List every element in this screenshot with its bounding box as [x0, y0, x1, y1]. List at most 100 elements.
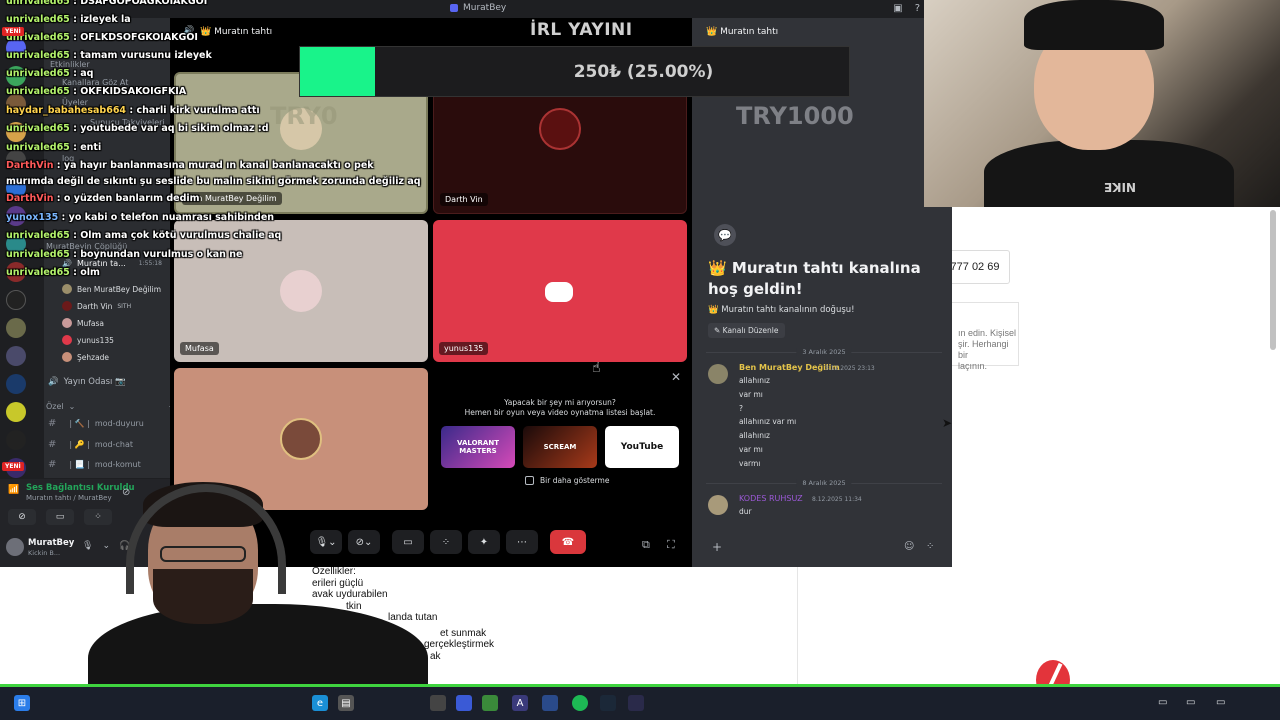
avatar	[280, 418, 322, 460]
stream-chat-username: unrivaled65	[6, 249, 70, 260]
stream-chat-message: : OFLKDSOFGKOIAKGOI	[69, 32, 198, 43]
message-line: allahınız	[739, 431, 770, 440]
voice-member[interactable]: yunus135	[62, 335, 114, 345]
tray-icon[interactable]: ▭	[1186, 697, 1195, 708]
message-timestamp: 3.12.2025 23:13	[825, 365, 875, 372]
chat-input[interactable]: + ☺ ⁘	[706, 536, 942, 560]
activity-card-valorant[interactable]: VALORANT MASTERS	[441, 426, 515, 468]
close-icon[interactable]: ✕	[671, 370, 681, 384]
apps-icon[interactable]: ⁘	[926, 541, 934, 552]
server-icon[interactable]	[6, 430, 26, 450]
voice-member[interactable]: Mufasa	[62, 318, 104, 328]
screen-share-button[interactable]: ▭	[46, 509, 74, 525]
app-icon[interactable]	[482, 695, 498, 711]
add-attachment-icon[interactable]: +	[712, 540, 722, 554]
app-icon[interactable]	[456, 695, 472, 711]
spotify-icon[interactable]	[572, 695, 588, 711]
yayin-odasi-channel[interactable]: 🔊 Yayın Odası 📷	[48, 377, 126, 387]
voice-member[interactable]: Ben MuratBey Değilim	[62, 284, 161, 294]
windows-start-icon[interactable]: ⊞	[14, 695, 30, 711]
mouse-cursor-icon: ☝	[592, 360, 601, 376]
donation-goal-bar: 250₺ (25.00%)	[299, 46, 850, 97]
stream-chat-message: : olm	[69, 267, 100, 278]
text-channel[interactable]: # | 🔑 | mod-chat	[48, 439, 133, 450]
leave-call-button[interactable]: ☎	[550, 530, 586, 554]
username[interactable]: MuratBey	[28, 538, 74, 548]
app-icon[interactable]	[542, 695, 558, 711]
app-icon[interactable]: A	[512, 695, 528, 711]
participant-tile[interactable]: Mufasa	[174, 220, 428, 362]
stream-chat-username: unrivaled65	[6, 68, 70, 79]
help-icon[interactable]: ?	[915, 3, 920, 14]
avatar[interactable]	[6, 538, 24, 556]
stream-chat-message: : boynundan vurulmus o kan ne	[69, 249, 243, 260]
app-icon[interactable]	[430, 695, 446, 711]
activity-card-scream[interactable]: SCREAM	[523, 426, 597, 468]
participant-tile[interactable]: yunus135	[433, 220, 687, 362]
fullscreen-icon[interactable]: ⛶	[667, 538, 675, 552]
dont-show-again-checkbox[interactable]: Bir daha gösterme	[525, 476, 609, 485]
stream-chat-line: unrivaled65 : olm	[6, 267, 100, 278]
page-scrollbar[interactable]	[1270, 210, 1276, 350]
server-icon[interactable]	[6, 374, 26, 394]
category-private[interactable]: Özel⌄+	[46, 402, 175, 411]
server-icon[interactable]	[6, 318, 26, 338]
message-line: varmı	[739, 459, 761, 468]
stream-chat-username: unrivaled65	[6, 0, 70, 7]
avatar[interactable]	[708, 495, 728, 515]
role-tag: SITH	[117, 302, 132, 310]
divider	[797, 566, 798, 686]
message-line: var mı	[739, 390, 763, 399]
message-line: allahınız var mı	[739, 417, 797, 426]
webcam-body	[984, 140, 1234, 207]
activity-cards: VALORANT MASTERS SCREAM YouTube	[441, 426, 679, 468]
store-icon[interactable]: ▤	[338, 695, 354, 711]
webcam-beanie	[1024, 0, 1164, 50]
voice-member[interactable]: Şehzade	[62, 352, 109, 362]
stream-chat-message: : yo kabi o telefon nuamrası sahibinden	[58, 212, 275, 223]
popout-icon[interactable]: ⧉	[642, 538, 650, 552]
inbox-icon[interactable]: ▣	[893, 3, 902, 14]
mouse-cursor-icon: ➤	[942, 416, 953, 430]
participant-name: Darth Vin	[440, 193, 488, 206]
stream-chat-message: : aq	[69, 68, 94, 79]
activity-card-youtube[interactable]: YouTube	[605, 426, 679, 468]
donation-overlay-label: TRY0	[270, 102, 338, 130]
stream-chat-username: unrivaled65	[6, 123, 70, 134]
text-channel[interactable]: # | 🔨 | mod-duyuru	[48, 418, 144, 429]
donation-progress-fill	[300, 47, 376, 96]
participant-name: Mufasa	[180, 342, 219, 355]
chat-header: 👑 Muratın tahtı	[706, 27, 779, 37]
hash-icon: #	[48, 459, 57, 470]
steam-icon[interactable]	[600, 695, 616, 711]
edge-icon[interactable]: e	[312, 695, 328, 711]
camera-off-button[interactable]: ⊘	[8, 509, 36, 525]
activities-button[interactable]: ⁘	[430, 530, 462, 554]
app-icon[interactable]	[628, 695, 644, 711]
edit-channel-button[interactable]: ✎ Kanalı Düzenle	[708, 323, 785, 338]
stream-chat-message: : tamam vurusunu izleyek	[69, 50, 212, 61]
discord-logo-icon	[545, 282, 573, 302]
irl-title: İRL YAYINI	[530, 20, 633, 40]
avatar[interactable]	[708, 364, 728, 384]
server-icon[interactable]	[6, 290, 26, 310]
text-channel[interactable]: # | 📃 | mod-komut	[48, 459, 141, 470]
more-button[interactable]: ⋯	[506, 530, 538, 554]
welcome-title: 👑 Muratın tahtı kanalına hoş geldin!	[708, 259, 921, 298]
message-author[interactable]: KODES RUHSUZ	[739, 494, 803, 503]
donation-goal-text: 250₺ (25.00%)	[573, 62, 714, 82]
soundboard-button[interactable]: ✦	[468, 530, 500, 554]
shirt-logo: NIKE	[1104, 180, 1137, 194]
server-icon[interactable]	[6, 346, 26, 366]
tray-icon[interactable]: ▭	[1158, 697, 1167, 708]
message-line: var mı	[739, 445, 763, 454]
stream-chat-line: unrivaled65 : youtubede var aq bi sikim …	[6, 123, 269, 134]
voice-member[interactable]: Darth Vin SITH	[62, 301, 131, 311]
emoji-icon[interactable]: ☺	[904, 541, 914, 552]
stream-chat-line: murımda değil de sıkıntı şu seslide bu m…	[6, 176, 421, 187]
feature-line: gerçekleştirmek	[424, 639, 495, 650]
tray-icon[interactable]: ▭	[1216, 697, 1225, 708]
server-icon[interactable]	[6, 402, 26, 422]
stream-chat-username: unrivaled65	[6, 50, 70, 61]
stream-chat-message: murımda değil de sıkıntı şu seslide bu m…	[6, 176, 421, 187]
